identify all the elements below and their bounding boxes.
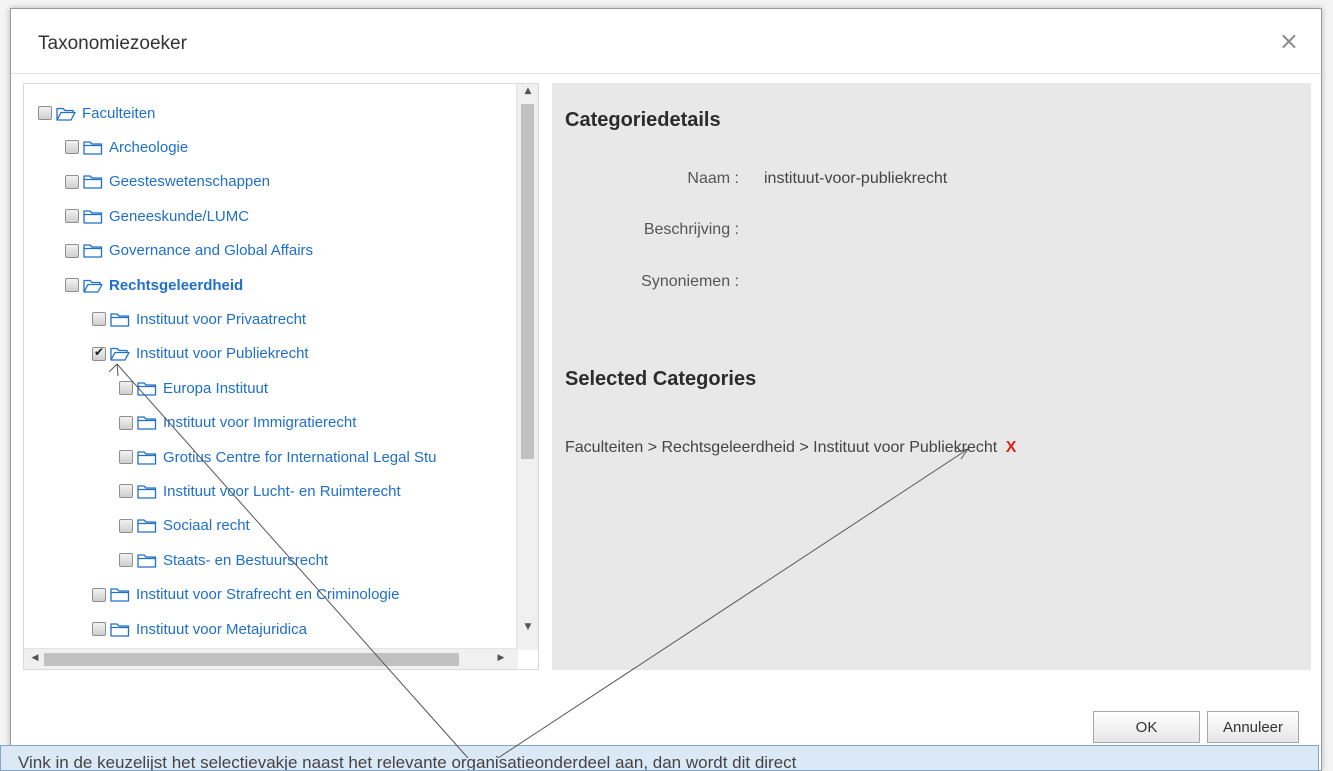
dialog-titlebar: Taxonomiezoeker × (11, 9, 1321, 74)
close-icon[interactable]: × (1279, 29, 1299, 53)
tree-node-label[interactable]: Governance and Global Affairs (109, 242, 313, 259)
tree-node[interactable]: Geneeskunde/LUMC (65, 203, 249, 229)
tree-node-checkbox[interactable] (65, 174, 79, 189)
tree-vertical-scrollbar[interactable]: ▲ ▼ (516, 84, 538, 650)
tree-node-checkbox[interactable] (119, 381, 133, 396)
scroll-left-arrow-icon[interactable]: ◀ (24, 653, 46, 663)
tree-node[interactable]: Instituut voor Publiekrecht (92, 341, 309, 367)
folder-icon (83, 210, 103, 224)
tree-node-checkbox[interactable] (119, 415, 133, 430)
folder-icon (137, 416, 157, 430)
remove-selection-icon[interactable]: X (1006, 439, 1017, 456)
taxonomy-tree-panel: Faculteiten Archeologie Geesteswetenschapp… (23, 83, 539, 670)
tree-node-label[interactable]: Rechtsgeleerdheid (109, 277, 243, 294)
tree-node-label[interactable]: Europa Instituut (163, 380, 268, 397)
tree-horizontal-scroll-thumb[interactable] (44, 653, 459, 666)
folder-icon (110, 622, 130, 637)
tree-node[interactable]: Europa Instituut (119, 375, 268, 401)
scroll-right-arrow-icon[interactable]: ▶ (490, 653, 512, 663)
cancel-button[interactable]: Annuleer (1207, 711, 1299, 743)
tree-node-checkbox[interactable] (92, 587, 106, 602)
folder-icon (110, 588, 130, 602)
tree-node-checkbox[interactable] (92, 312, 106, 327)
folder-icon (137, 519, 157, 533)
tree-node[interactable]: Instituut voor Metajuridica (92, 616, 307, 642)
folder-open-icon (110, 348, 130, 361)
folder-icon (137, 382, 157, 396)
help-callout-text: Vink in de keuzelijst het selectievakje … (18, 753, 797, 771)
category-details-heading: Categoriedetails (565, 109, 721, 131)
taxonomy-dialog: Taxonomiezoeker × Faculteiten Archeologie… (10, 8, 1322, 771)
tree-node[interactable]: Sociaal recht (119, 513, 250, 539)
tree-node-label[interactable]: Grotius Centre for International Legal S… (163, 449, 437, 466)
tree-node[interactable]: Governance and Global Affairs (65, 238, 313, 264)
tree-node-checkbox[interactable] (119, 484, 133, 499)
tree-node[interactable]: Instituut voor Privaatrecht (92, 306, 306, 332)
tree-node[interactable]: Geesteswetenschappen (65, 169, 270, 195)
synonyms-label: Synoniemen : (641, 273, 739, 290)
folder-icon (137, 450, 157, 465)
tree-node-label[interactable]: Instituut voor Strafrecht en Criminologi… (136, 586, 399, 603)
tree-node-checkbox[interactable] (65, 243, 79, 258)
tree-node-label[interactable]: Staats- en Bestuursrecht (163, 552, 328, 569)
tree-node-checkbox[interactable] (38, 106, 52, 120)
selected-categories-heading: Selected Categories (565, 368, 757, 390)
tree-node[interactable]: Grotius Centre for International Legal S… (119, 444, 437, 470)
tree-node[interactable]: Staats- en Bestuursrecht (119, 547, 328, 573)
tree-node-label[interactable]: Instituut voor Privaatrecht (136, 311, 306, 328)
folder-icon (83, 141, 103, 155)
help-callout: Vink in de keuzelijst het selectievakje … (0, 745, 1319, 771)
tree-node-label[interactable]: Instituut voor Lucht- en Ruimterecht (163, 483, 401, 500)
tree-horizontal-scrollbar[interactable]: ◀ ▶ (24, 648, 518, 669)
ok-button[interactable]: OK (1093, 711, 1200, 743)
folder-icon (83, 175, 103, 189)
tree-node-checkbox[interactable] (65, 140, 79, 155)
tree-node-checkbox[interactable] (119, 450, 133, 464)
dialog-title: Taxonomiezoeker (38, 33, 187, 54)
tree-node[interactable]: Archeologie (65, 134, 188, 160)
folder-icon (137, 554, 157, 568)
tree-node-label[interactable]: Geneeskunde/LUMC (109, 208, 249, 225)
tree-node[interactable]: Rechtsgeleerdheid (65, 272, 243, 298)
tree-node-checkbox[interactable] (65, 209, 79, 224)
tree-node-checkbox[interactable] (119, 518, 133, 533)
tree-node[interactable]: Faculteiten (38, 100, 155, 126)
folder-open-icon (83, 279, 103, 293)
tree-node-label[interactable]: Instituut voor Publiekrecht (136, 345, 309, 362)
tree-vertical-scroll-thumb[interactable] (521, 104, 534, 459)
tree-node-label[interactable]: Instituut voor Metajuridica (136, 621, 307, 638)
scroll-up-arrow-icon[interactable]: ▲ (517, 86, 538, 96)
name-label: Naam : (687, 170, 739, 187)
taxonomy-tree: Faculteiten Archeologie Geesteswetenschapp… (24, 84, 518, 650)
tree-node-checkbox[interactable] (92, 622, 106, 636)
tree-node[interactable]: Instituut voor Lucht- en Ruimterecht (119, 478, 401, 504)
tree-node[interactable]: Instituut voor Immigratierecht (119, 410, 356, 436)
tree-node[interactable]: Instituut voor Strafrecht en Criminologi… (92, 582, 399, 608)
tree-node-checkbox[interactable] (92, 345, 106, 361)
folder-open-icon (56, 107, 76, 121)
tree-node-label[interactable]: Geesteswetenschappen (109, 173, 270, 190)
folder-icon (110, 313, 130, 327)
name-value: instituut-voor-publiekrecht (764, 170, 948, 187)
category-detail-panel: Categoriedetails Naam : instituut-voor-p… (552, 83, 1311, 670)
folder-icon (137, 485, 157, 499)
tree-node-label[interactable]: Faculteiten (82, 105, 155, 122)
folder-icon (83, 244, 103, 258)
selected-path-text: Faculteiten > Rechtsgeleerdheid > Instit… (565, 439, 998, 456)
tree-node-checkbox[interactable] (65, 278, 79, 292)
scroll-down-arrow-icon[interactable]: ▼ (517, 622, 538, 632)
tree-node-label[interactable]: Archeologie (109, 139, 188, 156)
tree-node-label[interactable]: Instituut voor Immigratierecht (163, 414, 356, 431)
tree-node-checkbox[interactable] (119, 553, 133, 568)
selected-category-path: Faculteiten > Rechtsgeleerdheid > Instit… (565, 439, 1016, 457)
tree-node-label[interactable]: Sociaal recht (163, 517, 250, 534)
description-label: Beschrijving : (643, 221, 739, 238)
